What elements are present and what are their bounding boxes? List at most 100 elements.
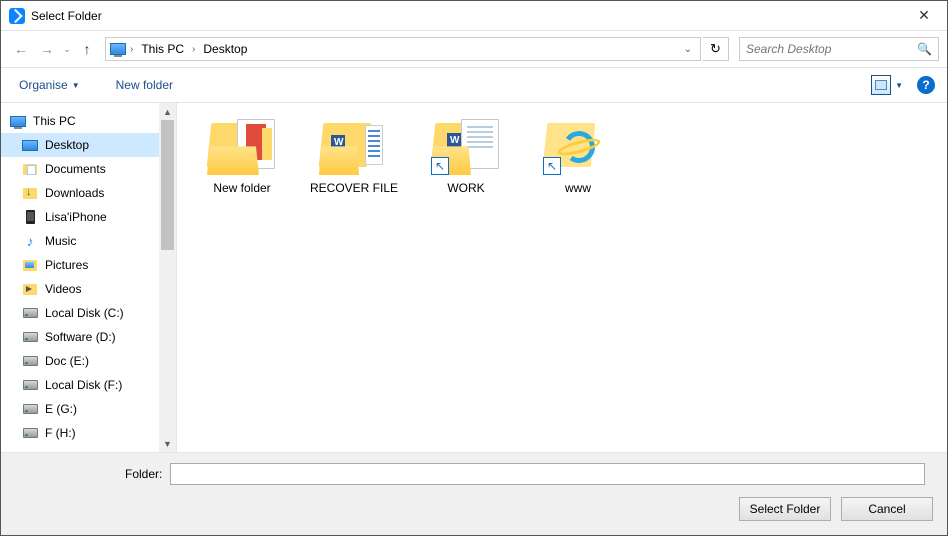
new-folder-label: New folder [116,78,173,92]
downloads-icon [21,185,39,201]
shortcut-icon [543,157,561,175]
navigation-tree[interactable]: This PC Desktop Documents Downloads Lisa'iPh… [1,103,159,452]
tree-item-label: Software (D:) [45,330,116,344]
music-icon: ♪ [21,233,39,249]
chevron-right-icon: › [130,44,133,55]
tree-item-label: Downloads [45,186,104,200]
tree-item-label: Lisa'iPhone [45,210,107,224]
breadcrumb-this-pc[interactable]: This PC [137,40,188,58]
search-icon: 🔍 [917,42,932,56]
folder-input[interactable] [170,463,925,485]
content-pane[interactable]: New folder RECOVER FILE WORK www [177,103,947,452]
search-box[interactable]: 🔍 [739,37,939,61]
chevron-right-icon: › [192,44,195,55]
disk-icon [21,425,39,441]
search-input[interactable] [746,42,917,56]
help-icon: ? [922,78,929,92]
window-title: Select Folder [31,9,102,23]
disk-icon [21,305,39,321]
caret-down-icon: ▼ [72,81,80,90]
tree-item-label: E (G:) [45,402,77,416]
tree-item[interactable]: Doc (E:) [1,349,159,373]
tree-item-label: F (H:) [45,426,76,440]
arrow-right-icon: → [40,41,54,57]
view-icon [875,80,887,90]
address-dropdown[interactable]: ⌄ [680,44,696,55]
tree-item[interactable]: Local Disk (F:) [1,373,159,397]
select-folder-button[interactable]: Select Folder [739,497,831,521]
tree-item-label: Videos [45,282,81,296]
pictures-icon [21,257,39,273]
disk-icon [21,377,39,393]
caret-down-icon: ▼ [895,81,903,90]
address-bar[interactable]: › This PC › Desktop ⌄ [105,37,701,61]
shortcut-icon [431,157,449,175]
new-folder-button[interactable]: New folder [110,74,179,96]
body-area: This PC Desktop Documents Downloads Lisa'iPh… [1,103,947,452]
folder-item[interactable]: RECOVER FILE [307,117,401,195]
folder-field-label: Folder: [125,467,162,481]
tree-item[interactable]: Videos [1,277,159,301]
toolbar: Organise ▼ New folder ▼ ? [1,67,947,103]
nav-bar: ← → ⌄ ↑ › This PC › Desktop ⌄ ↻ 🔍 [1,31,947,67]
item-label: www [565,181,591,195]
this-pc-icon [9,113,27,129]
tree-item-label: This PC [33,114,76,128]
refresh-icon: ↻ [710,41,721,57]
videos-icon [21,281,39,297]
tree-item-label: Documents [45,162,106,176]
tree-item[interactable]: Local Disk (C:) [1,301,159,325]
tree-item[interactable]: Software (D:) [1,325,159,349]
item-label: RECOVER FILE [310,181,398,195]
disk-icon [21,329,39,345]
tree-scrollbar[interactable]: ▲ ▼ [159,103,176,452]
title-bar: Select Folder ✕ [1,1,947,31]
tree-item[interactable]: Pictures [1,253,159,277]
desktop-icon [21,137,39,153]
back-button[interactable]: ← [9,37,33,61]
scroll-down-button[interactable]: ▼ [159,435,176,452]
organise-button[interactable]: Organise ▼ [13,74,86,96]
tree-item[interactable]: Desktop [1,133,159,157]
app-icon [9,8,25,24]
tree-root-this-pc[interactable]: This PC [1,109,159,133]
tree-item-label: Doc (E:) [45,354,89,368]
tree-item[interactable]: Documents [1,157,159,181]
tree-item[interactable]: E (G:) [1,397,159,421]
tree-item-label: Desktop [45,138,89,152]
tree-item-label: Pictures [45,258,88,272]
item-label: New folder [213,181,270,195]
recent-locations-button[interactable]: ⌄ [61,44,73,55]
scroll-thumb[interactable] [161,120,174,250]
cancel-button[interactable]: Cancel [841,497,933,521]
tree-item-label: Music [45,234,76,248]
arrow-left-icon: ← [14,41,28,57]
scroll-up-button[interactable]: ▲ [159,103,176,120]
arrow-up-icon: ↑ [84,41,91,57]
tree-item[interactable]: Lisa'iPhone [1,205,159,229]
folder-item[interactable]: New folder [195,117,289,195]
tree-item[interactable]: Downloads [1,181,159,205]
tree-item[interactable]: ♪ Music [1,229,159,253]
help-button[interactable]: ? [917,76,935,94]
disk-icon [21,401,39,417]
folder-item[interactable]: www [531,117,625,195]
folder-doc-icon [21,161,39,177]
tree-item[interactable]: F (H:) [1,421,159,445]
tree-item-label: Local Disk (C:) [45,306,124,320]
change-view-button[interactable] [871,75,891,95]
breadcrumb-desktop[interactable]: Desktop [199,40,251,58]
phone-icon [21,209,39,225]
tree-item-label: Local Disk (F:) [45,378,122,392]
close-button[interactable]: ✕ [901,1,947,31]
this-pc-icon [110,43,126,55]
forward-button[interactable]: → [35,37,59,61]
up-button[interactable]: ↑ [75,37,99,61]
folder-icon [207,117,277,175]
folder-icon [319,117,389,175]
disk-icon [21,353,39,369]
folder-item[interactable]: WORK [419,117,513,195]
refresh-button[interactable]: ↻ [703,37,729,61]
change-view-dropdown[interactable]: ▼ [893,79,905,92]
item-label: WORK [447,181,484,195]
